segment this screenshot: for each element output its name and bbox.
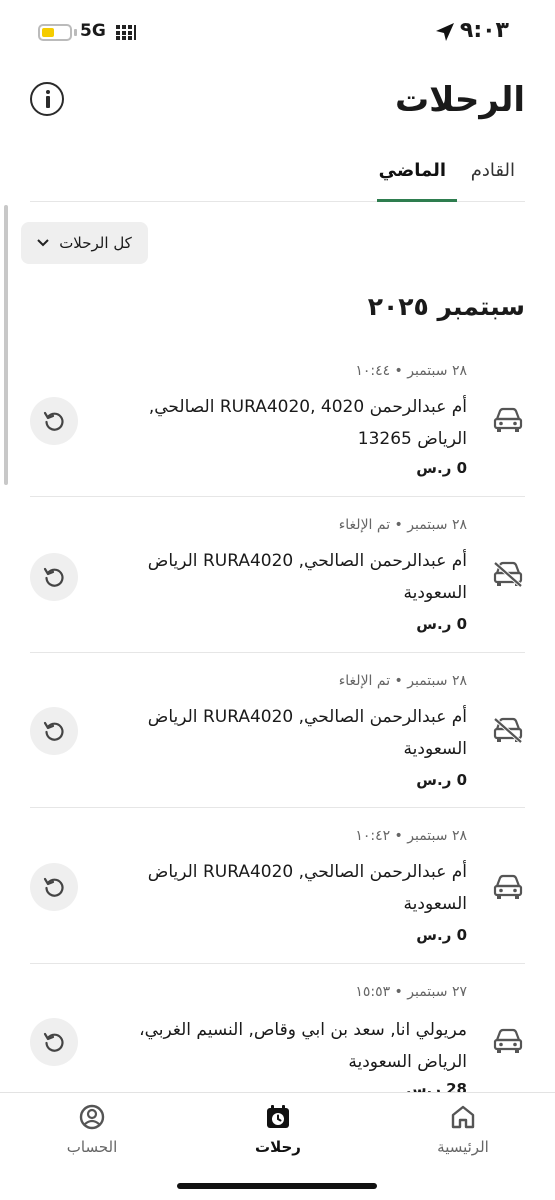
nav-trips[interactable]: رحلات: [218, 1103, 338, 1156]
trip-meta: ٢٨ سبتمبر • تم الإلغاء: [338, 517, 467, 533]
tab-past[interactable]: الماضي: [379, 160, 446, 181]
home-indicator: [177, 1183, 377, 1189]
trip-address: مريولي انا, سعد بن ابي وقاص, النسيم الغر…: [139, 1020, 467, 1072]
nav-home-label: الرئيسية: [437, 1138, 489, 1156]
filter-label: كل الرحلات: [59, 234, 132, 252]
trip-price: 0 ر.س: [416, 771, 467, 789]
battery-cap: [74, 29, 77, 36]
trip-meta: ٢٨ سبتمبر • تم الإلغاء: [338, 673, 467, 689]
trip-price: 0 ر.س: [416, 615, 467, 633]
trip-address: أم عبدالرحمن RURA4020, 4020 الصالحي, الر…: [148, 397, 467, 449]
nav-account[interactable]: الحساب: [32, 1103, 152, 1156]
trip-meta: ٢٧ سبتمبر • ١٥:٥٣: [355, 984, 467, 1000]
car-cancelled-icon: [493, 717, 523, 743]
info-icon-bar: [45, 96, 50, 108]
info-icon-dot: [45, 90, 50, 94]
rebook-icon: [43, 567, 64, 587]
nav-home[interactable]: الرئيسية: [403, 1103, 523, 1156]
car-icon: [493, 407, 523, 432]
nav-trips-label: رحلات: [255, 1138, 301, 1156]
rebook-icon: [43, 877, 64, 897]
active-tab-indicator: [377, 199, 457, 202]
trip-row[interactable]: ٢٨ سبتمبر • ١٠:٤٢ أم عبدالرحمن الصالحي, …: [30, 808, 525, 964]
trip-price: 0 ر.س: [416, 459, 467, 477]
home-icon: [451, 1105, 475, 1129]
trip-address: أم عبدالرحمن الصالحي, RURA4020 الرياض ال…: [147, 551, 467, 603]
network-label: 5G: [80, 21, 106, 41]
scrollbar[interactable]: [4, 205, 8, 485]
trip-row[interactable]: ٢٨ سبتمبر • تم الإلغاء أم عبدالرحمن الصا…: [30, 497, 525, 653]
car-icon: [493, 1028, 523, 1053]
chevron-down-icon: [37, 239, 49, 247]
trip-address: أم عبدالرحمن الصالحي, RURA4020 الرياض ال…: [147, 707, 467, 759]
info-button[interactable]: [30, 82, 64, 116]
trip-row[interactable]: ٢٧ سبتمبر • ١٥:٥٣ مريولي انا, سعد بن ابي…: [30, 964, 525, 1092]
signal-icon: [116, 25, 136, 40]
nav-account-label: الحساب: [66, 1138, 118, 1156]
car-cancelled-icon: [493, 561, 523, 587]
trip-row[interactable]: ٢٨ سبتمبر • ١٠:٤٤ أم عبدالرحمن RURA4020,…: [30, 345, 525, 497]
rebook-button[interactable]: [30, 863, 78, 911]
trip-price: 28 ر.س: [405, 1080, 467, 1092]
trip-meta: ٢٨ سبتمبر • ١٠:٤٢: [355, 828, 467, 844]
rebook-button[interactable]: [30, 397, 78, 445]
rebook-button[interactable]: [30, 1018, 78, 1066]
trip-price: 0 ر.س: [416, 926, 467, 944]
rebook-icon: [43, 721, 64, 741]
rebook-icon: [43, 411, 64, 431]
car-icon: [493, 874, 523, 899]
trips-calendar-icon: [267, 1105, 289, 1128]
trips-filter-dropdown[interactable]: كل الرحلات: [21, 222, 148, 264]
account-icon: [79, 1104, 105, 1130]
trip-meta: ٢٨ سبتمبر • ١٠:٤٤: [355, 363, 467, 379]
trip-row[interactable]: ٢٨ سبتمبر • تم الإلغاء أم عبدالرحمن الصا…: [30, 653, 525, 808]
trip-address: أم عبدالرحمن الصالحي, RURA4020 الرياض ال…: [147, 862, 467, 914]
status-bar: 5G ٩:٠٣: [0, 0, 555, 64]
rebook-icon: [43, 1032, 64, 1052]
page-title: الرحلات: [394, 80, 525, 120]
status-time: ٩:٠٣: [459, 18, 509, 43]
rebook-button[interactable]: [30, 553, 78, 601]
tab-upcoming[interactable]: القادم: [471, 160, 515, 181]
trip-tabs: القادم الماضي: [30, 150, 525, 202]
battery-icon: [38, 24, 72, 41]
location-arrow-icon: [436, 23, 454, 41]
month-heading: سبتمبر ٢٠٢٥: [367, 292, 525, 321]
rebook-button[interactable]: [30, 707, 78, 755]
